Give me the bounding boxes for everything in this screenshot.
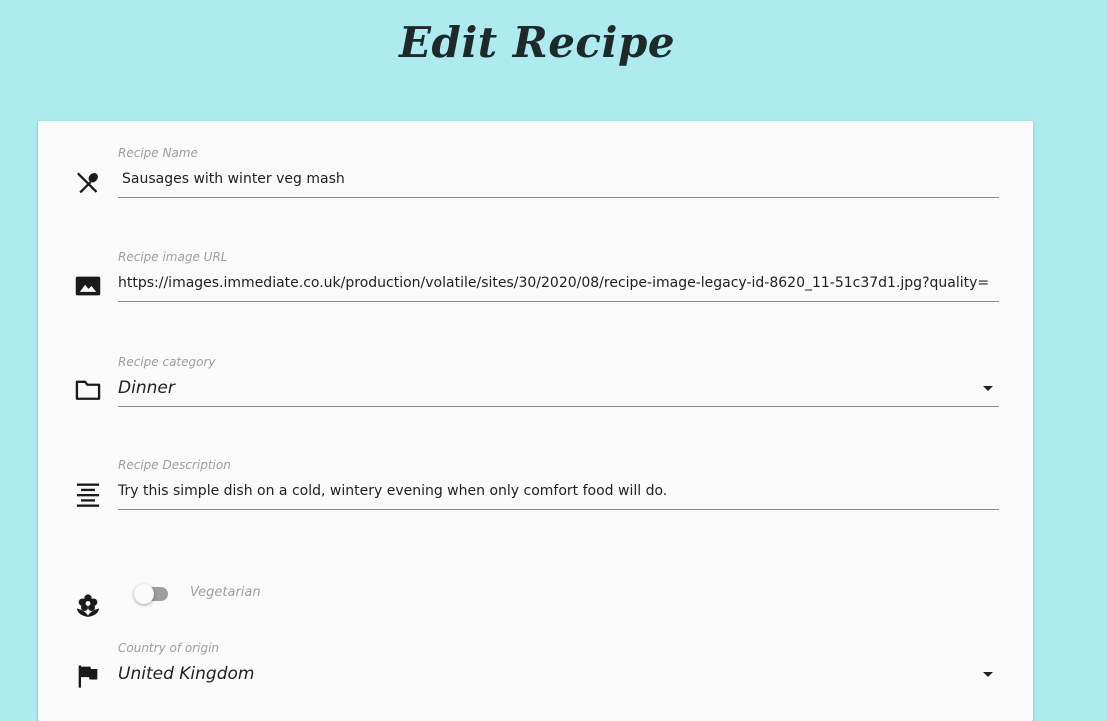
cutlery-icon [74,169,102,197]
country-of-origin-value: United Kingdom [118,664,255,684]
recipe-description-label: Recipe Description [118,458,231,472]
flag-icon [74,662,102,690]
recipe-category-label: Recipe category [118,355,216,369]
country-of-origin-field[interactable]: Country of origin United Kingdom [118,640,999,692]
image-url-label: Recipe image URL [118,250,228,264]
recipe-name-label: Recipe Name [118,146,198,160]
image-url-input[interactable]: https://images.immediate.co.uk/productio… [118,265,999,302]
image-icon [74,272,102,300]
recipe-category-select[interactable]: Dinner [118,370,999,407]
country-of-origin-label: Country of origin [118,641,220,655]
recipe-description-input[interactable]: Try this simple dish on a cold, wintery … [118,473,999,510]
country-of-origin-select[interactable]: United Kingdom [118,656,999,692]
vegetarian-label: Vegetarian [190,585,261,600]
folder-icon [74,376,102,404]
chevron-down-icon[interactable] [983,672,993,677]
image-url-field[interactable]: Recipe image URL https://images.immediat… [118,249,999,302]
recipe-name-input[interactable]: Sausages with winter veg mash [118,161,999,198]
page-title: Edit Recipe [398,18,676,67]
recipe-description-field[interactable]: Recipe Description Try this simple dish … [118,457,999,510]
chevron-down-icon[interactable] [983,386,993,391]
recipe-category-value: Dinner [118,378,175,398]
vegetarian-toggle[interactable] [134,584,170,604]
recipe-name-field[interactable]: Recipe Name Sausages with winter veg mas… [118,145,999,198]
toggle-thumb [134,584,154,604]
align-center-icon [74,480,102,508]
recipe-form-card: Recipe Name Sausages with winter veg mas… [38,121,1033,721]
flower-icon [74,590,102,618]
recipe-category-field[interactable]: Recipe category Dinner [118,354,999,407]
